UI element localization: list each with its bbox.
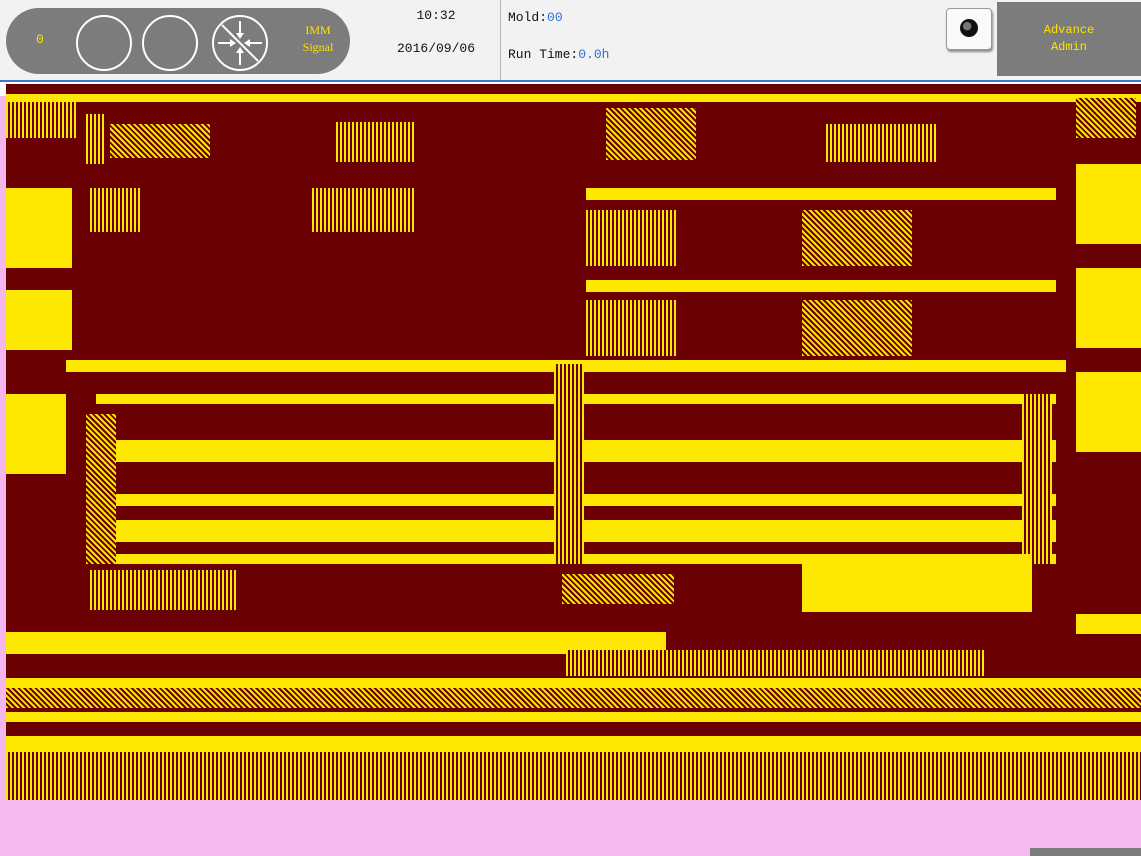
glitch-block (802, 210, 912, 266)
glitch-block (110, 124, 210, 158)
corrupted-footer (0, 800, 1141, 856)
glitch-band (6, 678, 1141, 688)
glitch-tile (6, 290, 72, 350)
glitch-block (586, 300, 676, 356)
glitch-block (1022, 394, 1052, 564)
glitch-tile (1076, 164, 1141, 244)
user-level-line1: Advance (1043, 23, 1095, 37)
camera-icon (960, 19, 978, 37)
glitch-band (586, 188, 1056, 200)
corrupted-content-area (6, 84, 1141, 800)
status-light-icon (142, 15, 198, 71)
runtime-value: 0.0h (578, 47, 610, 62)
glitch-block (826, 124, 936, 162)
alarm-count: 0 (36, 32, 44, 47)
footer-button[interactable] (1030, 848, 1141, 856)
clock: 10:32 2016/09/06 (376, 8, 496, 56)
header-divider (500, 0, 501, 80)
glitch-block (562, 574, 674, 604)
user-level-line2: Admin (1050, 40, 1087, 54)
glitch-block (1076, 98, 1136, 138)
imm-signal-icon[interactable] (212, 15, 268, 71)
imm-signal-label-line2: Signal (302, 40, 334, 54)
glitch-block (586, 210, 676, 266)
glitch-block (336, 122, 416, 162)
glitch-tile (1076, 268, 1141, 348)
glitch-tile (1076, 614, 1141, 634)
glitch-tile (6, 188, 72, 268)
mold-info: Mold:00 Run Time:0.0h (508, 10, 609, 62)
mold-row: Mold:00 (508, 10, 609, 25)
glitch-band (6, 712, 1141, 722)
glitch-block (554, 364, 584, 564)
glitch-block (90, 188, 140, 232)
glitch-band (6, 94, 1141, 102)
glitch-block (802, 300, 912, 356)
runtime-row: Run Time:0.0h (508, 47, 609, 62)
signal-status-panel: 0 IMM Signal (6, 8, 350, 74)
glitch-tile (1076, 372, 1141, 452)
glitch-tile (6, 394, 66, 474)
imm-signal-label-line1: IMM (305, 23, 331, 37)
glitch-block (6, 752, 1141, 800)
glitch-block (86, 414, 116, 564)
glitch-block (6, 688, 1141, 708)
camera-button[interactable] (946, 8, 992, 50)
glitch-band (6, 736, 1141, 752)
glitch-block (606, 108, 696, 160)
glitch-block (566, 650, 986, 676)
mold-value: 00 (547, 10, 563, 25)
clock-time: 10:32 (416, 8, 456, 23)
glitch-tile (802, 554, 1032, 612)
glitch-block (86, 114, 106, 164)
status-light-icon (76, 15, 132, 71)
glitch-block (312, 188, 416, 232)
mold-label: Mold: (508, 10, 548, 25)
runtime-label: Run Time: (508, 47, 579, 62)
glitch-block (6, 102, 76, 138)
glitch-band (586, 280, 1056, 292)
status-header: 0 IMM Signal 10:32 2016/09/06 Mold:00 Ru… (0, 0, 1141, 82)
glitch-block (90, 570, 236, 610)
imm-signal-label: IMM Signal (288, 22, 348, 56)
clock-date: 2016/09/06 (396, 41, 475, 56)
user-level-button[interactable]: Advance Admin (997, 2, 1141, 76)
